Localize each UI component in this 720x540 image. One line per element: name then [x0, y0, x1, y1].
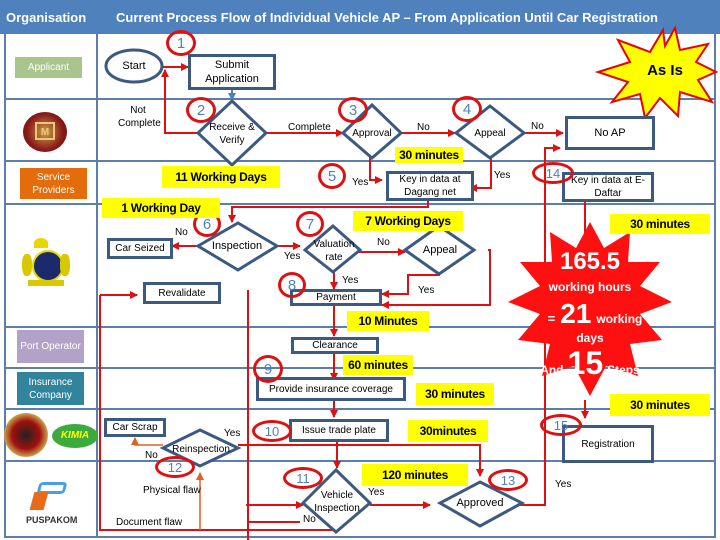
label-no-approval: No — [417, 122, 430, 133]
label-yes-appeal: Yes — [494, 170, 511, 181]
duration-30min-registration: 30 minutes — [610, 394, 710, 416]
step-13: 13 — [488, 469, 528, 491]
node-submit-application: Submit Application — [188, 54, 276, 90]
label-yes-vehicle-inspection: Yes — [368, 487, 385, 498]
step-4: 4 — [452, 96, 482, 122]
step-14: 14 — [532, 162, 574, 184]
step-7: 7 — [296, 211, 324, 237]
summary-days: 21 — [560, 298, 592, 329]
node-approval: Approval — [352, 127, 392, 139]
node-insurance-coverage: Provide insurance coverage — [256, 377, 406, 401]
summary-and: And — [540, 363, 564, 377]
duration-30min-tradeplate: 30minutes — [408, 420, 488, 442]
label-no-appeal: No — [531, 121, 544, 132]
node-clearance: Clearance — [291, 337, 379, 354]
line-outer-loop — [99, 295, 340, 531]
node-vehicle-inspection: Vehicle Inspection — [314, 490, 360, 514]
duration-30min-edaftar: 30 minutes — [610, 214, 710, 234]
node-appeal-1: Appeal — [474, 127, 506, 139]
duration-120min: 120 minutes — [362, 464, 468, 486]
label-physical-flaw: Physical flaw — [143, 485, 201, 496]
node-key-dagang: Key in data at Dagang net — [386, 171, 474, 201]
duration-7-working-days: 7 Working Days — [353, 211, 463, 231]
summary-steps-row: And 15 Steps — [530, 345, 650, 382]
duration-30min-insurance: 30 minutes — [416, 383, 494, 405]
summary-days-row: = 21 working — [535, 298, 655, 330]
label-no-reinspection: No — [145, 450, 158, 461]
node-reinspection: Reinspection — [172, 443, 230, 455]
node-car-scrap: Car Scrap — [104, 418, 166, 437]
label-no-valuation: No — [377, 237, 390, 248]
label-yes-inspection: Yes — [284, 251, 301, 262]
step-8: 8 — [278, 272, 306, 298]
step-12: 12 — [155, 456, 195, 478]
line-doc-flaw — [247, 300, 300, 523]
step-9: 9 — [253, 355, 283, 383]
summary-equals: = — [547, 311, 556, 326]
label-not-complete: Not Complete — [118, 105, 161, 129]
node-receive-verify: Receive & Verify — [209, 122, 255, 146]
node-car-seized: Car Seized — [107, 238, 173, 259]
node-valuation-rate: Valuation rate — [313, 239, 355, 263]
node-key-edaftar: Key in data at E-Daftar — [562, 172, 654, 202]
step-1: 1 — [166, 30, 196, 56]
summary-days-label: working — [596, 312, 643, 326]
node-inspection: Inspection — [211, 239, 263, 252]
arrow-approval-yes — [369, 157, 383, 184]
summary-steps: 15 — [567, 345, 604, 381]
step-11: 11 — [283, 467, 323, 489]
as-is-badge: As Is — [647, 62, 683, 79]
node-start: Start — [122, 59, 146, 72]
label-no-vehicle-inspection: No — [303, 514, 316, 525]
node-appeal-2: Appeal — [422, 243, 458, 256]
label-yes-reinspection: Yes — [224, 428, 241, 439]
summary-hours-label: working hours — [548, 280, 632, 294]
label-yes-approval: Yes — [352, 177, 369, 188]
node-no-ap: No AP — [565, 116, 655, 150]
label-complete: Complete — [288, 122, 331, 133]
node-approved: Approved — [456, 496, 504, 509]
label-yes-approved: Yes — [555, 479, 572, 490]
summary-steps-label: Steps — [607, 363, 640, 377]
step-2: 2 — [186, 97, 216, 123]
label-document-flaw: Document flaw — [116, 517, 183, 528]
label-yes-valuation: Yes — [342, 275, 359, 286]
step-10: 10 — [252, 420, 292, 442]
duration-60min: 60 minutes — [343, 355, 413, 375]
node-issue-trade-plate: Issue trade plate — [289, 419, 389, 442]
duration-30min-approval: 30 minutes — [395, 147, 463, 163]
duration-10min: 10 Minutes — [347, 311, 429, 331]
summary-days-label-2: days — [576, 331, 604, 345]
duration-1-working-day: 1 Working Day — [102, 198, 220, 218]
step-3: 3 — [338, 97, 368, 123]
label-yes-appeal-2: Yes — [418, 285, 435, 296]
step-15: 15 — [540, 414, 582, 436]
arrow-reinsp-no — [131, 437, 163, 446]
step-5: 5 — [318, 163, 346, 189]
label-no-inspection: No — [175, 227, 188, 238]
node-revalidate: Revalidate — [143, 282, 221, 304]
summary-hours: 165.5 — [559, 248, 621, 275]
duration-11-working-days: 11 Working Days — [162, 166, 280, 188]
